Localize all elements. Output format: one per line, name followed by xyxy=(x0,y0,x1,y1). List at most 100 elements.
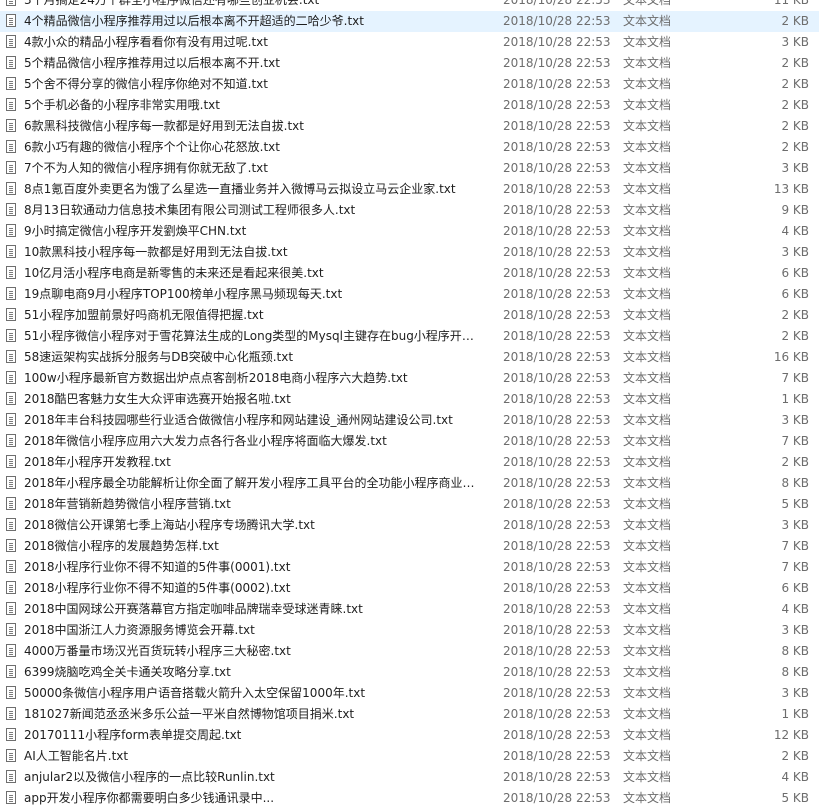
file-row[interactable]: 2018年丰台科技园哪些行业适合做微信小程序和网站建设_通州网站建设公司.txt… xyxy=(0,410,819,431)
file-type: 文本文档 xyxy=(623,140,672,154)
file-row[interactable]: app开发小程序你都需要明白多少钱通讯录中... 2018/10/28 22:53… xyxy=(0,788,819,809)
file-modified-date: 2018/10/28 22:53 xyxy=(503,98,611,112)
file-type: 文本文档 xyxy=(623,371,672,385)
file-row[interactable]: 4个精品微信小程序推荐用过以后根本离不开超适的二哈少爷.txt 2018/10/2… xyxy=(0,11,819,32)
file-name: 100w小程序最新官方数据出炉点点客剖析2018电商小程序六大趋势.txt xyxy=(24,371,408,385)
file-row[interactable]: 20170111小程序form表单提交周起.txt 2018/10/28 22:5… xyxy=(0,725,819,746)
text-file-icon xyxy=(6,539,16,552)
file-row[interactable]: 2018小程序行业你不得不知道的5件事(0002).txt 2018/10/28 … xyxy=(0,578,819,599)
file-row[interactable]: 8月13日软通动力信息技术集团有限公司测试工程师很多人.txt 2018/10/2… xyxy=(0,200,819,221)
file-type: 文本文档 xyxy=(623,644,672,658)
file-name: 10款黑科技小程序每一款都是好用到无法自拔.txt xyxy=(24,245,288,259)
file-type: 文本文档 xyxy=(623,518,672,532)
file-row[interactable]: 3个月搞定24万个群全小程序微信还有哪些创业机会.txt 2018/10/28 2… xyxy=(0,0,819,11)
file-modified-date: 2018/10/28 22:53 xyxy=(503,35,611,49)
file-row[interactable]: 6399烧脑吃鸡全关卡通关攻略分享.txt 2018/10/28 22:53 文本文… xyxy=(0,662,819,683)
file-modified-date: 2018/10/28 22:53 xyxy=(503,518,611,532)
file-row[interactable]: 2018中国浙江人力资源服务博览会开幕.txt 2018/10/28 22:53 文… xyxy=(0,620,819,641)
file-row[interactable]: 5个手机必备的小程序非常实用哦.txt 2018/10/28 22:53 文本文档 2… xyxy=(0,95,819,116)
file-row[interactable]: 2018年小程序最全功能解析让你全面了解开发小程序工具平台的全功能小程序商业服.… xyxy=(0,473,819,494)
file-row[interactable]: 50000条微信小程序用户语音搭载火箭升入太空保留1000年.txt 2018/1… xyxy=(0,683,819,704)
file-size: 4 KB xyxy=(781,602,809,616)
file-modified-date: 2018/10/28 22:53 xyxy=(503,0,611,7)
file-size: 7 KB xyxy=(781,560,809,574)
file-size: 7 KB xyxy=(781,539,809,553)
file-row[interactable]: 6款小巧有趣的微信小程序个个让你心花怒放.txt 2018/10/28 22:53… xyxy=(0,137,819,158)
file-size: 1 KB xyxy=(781,707,809,721)
file-modified-date: 2018/10/28 22:53 xyxy=(503,686,611,700)
file-row[interactable]: 2018年微信小程序应用六大发力点各行各业小程序将面临大爆发.txt 2018/1… xyxy=(0,431,819,452)
file-row[interactable]: 10亿月活小程序电商是新零售的未来还是看起来很美.txt 2018/10/28 2… xyxy=(0,263,819,284)
file-row[interactable]: 2018酷巴客魅力女生大众评审选赛开始报名啦.txt 2018/10/28 22:… xyxy=(0,389,819,410)
file-modified-date: 2018/10/28 22:53 xyxy=(503,224,611,238)
file-row[interactable]: 51小程序微信小程序对于雪花算法生成的Long类型的Mysql主键存在bug小程… xyxy=(0,326,819,347)
file-size: 3 KB xyxy=(781,413,809,427)
file-size: 2 KB xyxy=(781,455,809,469)
file-row[interactable]: 6款黑科技微信小程序每一款都是好用到无法自拔.txt 2018/10/28 22:… xyxy=(0,116,819,137)
file-type: 文本文档 xyxy=(623,413,672,427)
file-row[interactable]: 2018微信小程序的发展趋势怎样.txt 2018/10/28 22:53 文本文档… xyxy=(0,536,819,557)
file-row[interactable]: 19点聊电商9月小程序TOP100榜单小程序黑马频现每天.txt 2018/10/… xyxy=(0,284,819,305)
text-file-icon xyxy=(6,707,16,720)
text-file-icon xyxy=(6,308,16,321)
file-size: 3 KB xyxy=(781,686,809,700)
file-row[interactable]: 10款黑科技小程序每一款都是好用到无法自拔.txt 2018/10/28 22:5… xyxy=(0,242,819,263)
file-row[interactable]: 4000万番量市场汉光百货玩转小程序三大秘密.txt 2018/10/28 22:… xyxy=(0,641,819,662)
text-file-icon xyxy=(6,644,16,657)
text-file-icon xyxy=(6,770,16,783)
file-type: 文本文档 xyxy=(623,98,672,112)
file-row[interactable]: 2018微信公开课第七季上海站小程序专场腾讯大学.txt 2018/10/28 2… xyxy=(0,515,819,536)
text-file-icon xyxy=(6,77,16,90)
file-type: 文本文档 xyxy=(623,182,672,196)
file-size: 2 KB xyxy=(781,140,809,154)
file-row[interactable]: 7个不为人知的微信小程序拥有你就无敌了.txt 2018/10/28 22:53 文… xyxy=(0,158,819,179)
text-file-icon xyxy=(6,56,16,69)
text-file-icon xyxy=(6,455,16,468)
file-row[interactable]: 51小程序加盟前景好吗商机无限值得把握.txt 2018/10/28 22:53 文… xyxy=(0,305,819,326)
file-row[interactable]: 9小时搞定微信小程序开发劉煥平CHN.txt 2018/10/28 22:53 文本… xyxy=(0,221,819,242)
text-file-icon xyxy=(6,35,16,48)
file-row[interactable]: 58速运架构实战拆分服务与DB突破中心化瓶颈.txt 2018/10/28 22:… xyxy=(0,347,819,368)
file-row[interactable]: 2018年小程序开发教程.txt 2018/10/28 22:53 文本文档 2 KB xyxy=(0,452,819,473)
file-row[interactable]: 4款小众的精品小程序看看你有没有用过呢.txt 2018/10/28 22:53 文… xyxy=(0,32,819,53)
file-type: 文本文档 xyxy=(623,497,672,511)
file-size: 2 KB xyxy=(781,119,809,133)
file-size: 7 KB xyxy=(781,434,809,448)
file-modified-date: 2018/10/28 22:53 xyxy=(503,392,611,406)
file-type: 文本文档 xyxy=(623,791,672,805)
file-type: 文本文档 xyxy=(623,623,672,637)
file-row[interactable]: 8点1氪百度外卖更名为饿了么星选一直播业务并入微博马云拟设立马云企业家.txt 2… xyxy=(0,179,819,200)
text-file-icon xyxy=(6,245,16,258)
file-modified-date: 2018/10/28 22:53 xyxy=(503,791,611,805)
file-modified-date: 2018/10/28 22:53 xyxy=(503,497,611,511)
file-row[interactable]: AI人工智能名片.txt 2018/10/28 22:53 文本文档 2 KB xyxy=(0,746,819,767)
file-name: 19点聊电商9月小程序TOP100榜单小程序黑马频现每天.txt xyxy=(24,287,343,301)
text-file-icon xyxy=(6,287,16,300)
file-name: 4000万番量市场汉光百货玩转小程序三大秘密.txt xyxy=(24,644,291,658)
file-row[interactable]: 2018中国网球公开赛落幕官方指定咖啡品牌瑞幸受球迷青睐.txt 2018/10/… xyxy=(0,599,819,620)
file-type: 文本文档 xyxy=(623,602,672,616)
file-modified-date: 2018/10/28 22:53 xyxy=(503,623,611,637)
file-name: 2018年营销新趋势微信小程序营销.txt xyxy=(24,497,231,511)
file-modified-date: 2018/10/28 22:53 xyxy=(503,77,611,91)
text-file-icon xyxy=(6,161,16,174)
file-modified-date: 2018/10/28 22:53 xyxy=(503,140,611,154)
file-row[interactable]: 100w小程序最新官方数据出炉点点客剖析2018电商小程序六大趋势.txt 201… xyxy=(0,368,819,389)
file-type: 文本文档 xyxy=(623,476,672,490)
file-name: AI人工智能名片.txt xyxy=(24,749,129,763)
file-type: 文本文档 xyxy=(623,161,672,175)
file-row[interactable]: 5个精品微信小程序推荐用过以后根本离不开.txt 2018/10/28 22:53… xyxy=(0,53,819,74)
file-name: 4款小众的精品小程序看看你有没有用过呢.txt xyxy=(24,35,268,49)
file-modified-date: 2018/10/28 22:53 xyxy=(503,287,611,301)
file-row[interactable]: 181027新闻范丞丞米多乐公益一平米自然博物馆项目捐米.txt 2018/10/… xyxy=(0,704,819,725)
file-type: 文本文档 xyxy=(623,728,672,742)
file-row[interactable]: 5个舍不得分享的微信小程序你绝对不知道.txt 2018/10/28 22:53 文… xyxy=(0,74,819,95)
file-name: 58速运架构实战拆分服务与DB突破中心化瓶颈.txt xyxy=(24,350,294,364)
file-row[interactable]: anjular2以及微信小程序的一点比较Runlin.txt 2018/10/28… xyxy=(0,767,819,788)
file-row[interactable]: 2018小程序行业你不得不知道的5件事(0001).txt 2018/10/28 … xyxy=(0,557,819,578)
text-file-icon xyxy=(6,581,16,594)
file-type: 文本文档 xyxy=(623,665,672,679)
file-size: 2 KB xyxy=(781,14,809,28)
file-size: 4 KB xyxy=(781,224,809,238)
file-row[interactable]: 2018年营销新趋势微信小程序营销.txt 2018/10/28 22:53 文本文… xyxy=(0,494,819,515)
